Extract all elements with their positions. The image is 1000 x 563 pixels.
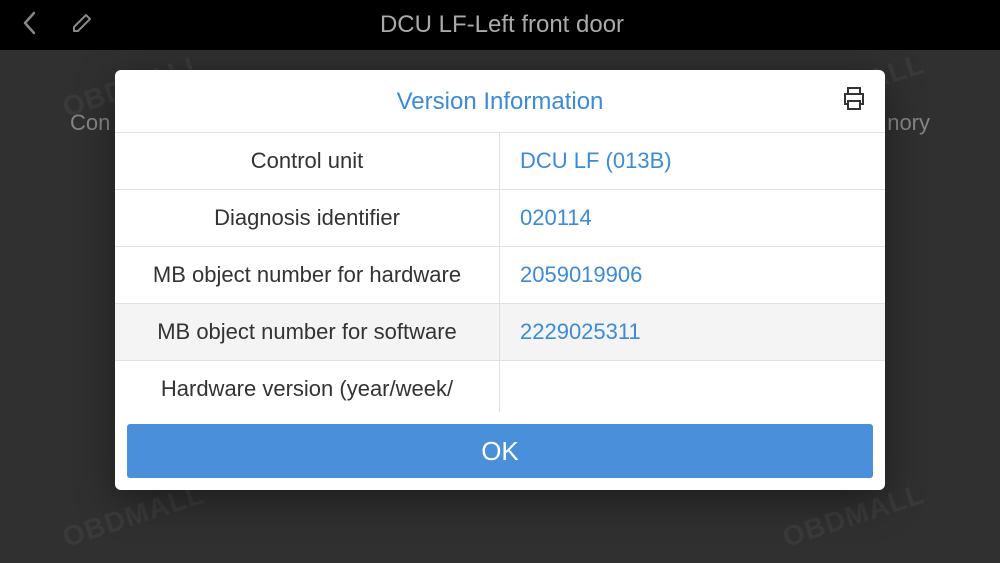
row-value: 2229025311 [500,304,885,360]
row-label: Hardware version (year/week/ [115,361,500,412]
table-row: MB object number for hardware 2059019906 [115,246,885,303]
table-row: Diagnosis identifier 020114 [115,189,885,246]
ok-button[interactable]: OK [127,424,873,478]
table-row: MB object number for software 2229025311 [115,303,885,360]
row-label: Diagnosis identifier [115,190,500,246]
dialog-footer: OK [115,412,885,490]
dialog-title-text: Version Information [397,88,604,115]
page-title: DCU LF-Left front door [124,11,880,39]
row-value: 020114 [500,190,885,246]
info-rows: Control unit DCU LF (013B) Diagnosis ide… [115,132,885,412]
row-value [500,361,885,412]
dialog-title: Version Information [115,70,885,132]
print-icon[interactable] [839,84,869,121]
row-label: MB object number for hardware [115,247,500,303]
top-bar: DCU LF-Left front door [0,0,1000,50]
row-label: MB object number for software [115,304,500,360]
table-row: Hardware version (year/week/ [115,360,885,412]
row-value: 2059019906 [500,247,885,303]
version-info-dialog: Version Information Control unit DCU LF … [115,70,885,490]
back-icon[interactable] [20,9,40,42]
row-label: Control unit [115,133,500,189]
edit-icon[interactable] [70,11,94,40]
row-value: DCU LF (013B) [500,133,885,189]
modal-overlay: Version Information Control unit DCU LF … [0,50,1000,563]
table-row: Control unit DCU LF (013B) [115,132,885,189]
